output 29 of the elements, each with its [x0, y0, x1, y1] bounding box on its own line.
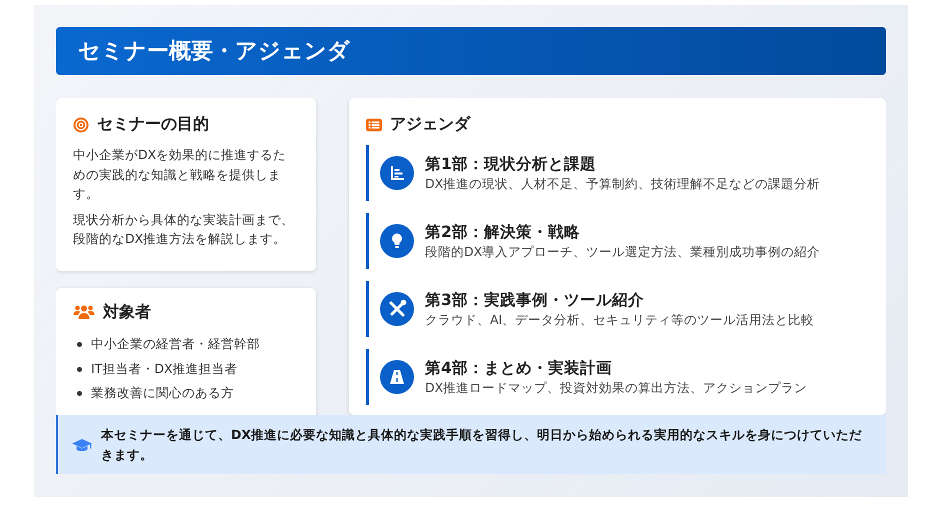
card-heading: アジェンダ [390, 114, 470, 135]
graduation-cap-icon [72, 436, 92, 452]
people-icon [73, 304, 95, 320]
card-heading: 対象者 [103, 302, 151, 322]
agenda-title: 第3部：実践事例・ツール紹介 [425, 290, 645, 310]
bullet-icon [77, 342, 82, 348]
chart-icon [380, 156, 414, 190]
list-item: IT担当者・DX推進担当者 [91, 360, 238, 378]
tools-icon [380, 292, 414, 326]
paragraph: 中小企業がDXを効果的に推進するための実践的な知識と戦略を提供します。 [73, 146, 288, 203]
target-icon [73, 116, 89, 132]
list-icon [366, 116, 382, 132]
road-icon [380, 360, 414, 394]
agenda-description: DX推進ロードマップ、投資対効果の算出方法、アクションプラン [425, 378, 808, 396]
agenda-title: 第4部：まとめ・実装計画 [425, 358, 613, 378]
agenda-title: 第2部：解決策・戦略 [425, 222, 581, 242]
slide-title: セミナー概要・アジェンダ [78, 38, 350, 66]
list-item: 中小企業の経営者・経営幹部 [91, 336, 260, 354]
paragraph: 現状分析から具体的な実装計画まで、段階的なDX推進方法を解説します。 [73, 210, 295, 248]
bullet-icon [77, 366, 82, 372]
agenda-description: クラウド、AI、データ分析、セキュリティ等のツール活用法と比較 [425, 310, 814, 328]
list-item: 業務改善に関心のある方 [91, 385, 234, 402]
agenda-description: DX推進の現状、人材不足、予算制約、技術理解不足などの課題分析 [425, 174, 820, 192]
summary-text: 本セミナーを通じて、DX推進に必要な知識と具体的な実践手順を習得し、明日から始められる実用的なスキルを身につけていただきます。 [101, 426, 864, 464]
bullet-icon [77, 391, 82, 396]
agenda-title: 第1部：現状分析と課題 [425, 154, 597, 174]
lightbulb-icon [380, 224, 414, 258]
agenda-description: 段階的DX導入アプローチ、ツール選定方法、業種別成功事例の紹介 [425, 242, 820, 260]
card-heading: セミナーの目的 [97, 114, 209, 135]
